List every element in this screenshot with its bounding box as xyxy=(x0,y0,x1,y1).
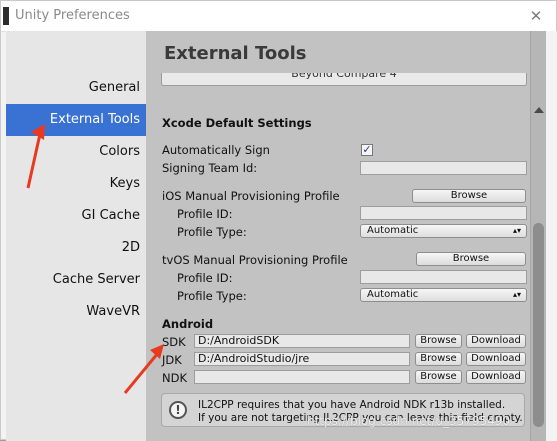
window-edge xyxy=(546,31,557,441)
sdk-path-field[interactable]: D:/AndroidSDK xyxy=(194,334,410,348)
help-line-1: IL2CPP requires that you have Android ND… xyxy=(198,399,506,411)
watermark: https://blog.csdn.net/u_35795490 xyxy=(307,414,511,428)
scroll-up-arrow-icon[interactable] xyxy=(534,107,544,113)
tvos-profile-id-label: Profile ID: xyxy=(177,271,233,285)
external-tools-panel: External Tools Beyond Compare 4 Xcode De… xyxy=(146,31,536,441)
tvos-profile-type-value: Automatic xyxy=(367,289,419,300)
sidebar-item-gi-cache[interactable]: GI Cache xyxy=(6,200,146,232)
ios-profile-id-label: Profile ID: xyxy=(177,207,233,221)
sidebar-item-2d[interactable]: 2D xyxy=(6,232,146,264)
tvos-profile-type-label: Profile Type: xyxy=(177,289,247,303)
jdk-label: JDK xyxy=(162,353,182,367)
title-bar: Unity Preferences ✕ xyxy=(1,1,556,32)
scroll-thumb[interactable] xyxy=(533,223,544,427)
sidebar-item-external-tools[interactable]: External Tools xyxy=(6,104,146,136)
ios-profile-id-field[interactable] xyxy=(360,206,527,220)
sidebar-item-general[interactable]: General xyxy=(6,72,146,104)
unity-app-icon xyxy=(3,7,9,25)
dropdown-arrow-icon: ▴▾ xyxy=(512,226,521,235)
ndk-path-field[interactable] xyxy=(194,370,410,384)
preferences-window: Unity Preferences ✕ General External Too… xyxy=(0,0,557,441)
sdk-download-button[interactable]: Download xyxy=(466,334,526,348)
window-title: Unity Preferences xyxy=(15,8,130,23)
ndk-download-button[interactable]: Download xyxy=(466,370,526,384)
ios-section-title: iOS Manual Provisioning Profile xyxy=(162,189,340,203)
auto-sign-checkbox[interactable]: ✓ xyxy=(361,144,373,156)
tvos-browse-button[interactable]: Browse xyxy=(416,252,526,266)
page-title: External Tools xyxy=(164,43,307,64)
tvos-profile-id-field[interactable] xyxy=(360,270,527,284)
sidebar-item-colors[interactable]: Colors xyxy=(6,136,146,168)
vertical-scrollbar[interactable] xyxy=(530,31,547,441)
ios-profile-type-dropdown[interactable]: Automatic ▴▾ xyxy=(360,224,527,238)
dropdown-arrow-icon: ▴▾ xyxy=(512,290,521,299)
tvos-section-title: tvOS Manual Provisioning Profile xyxy=(162,253,348,267)
jdk-path-field[interactable]: D:/AndroidStudio/jre xyxy=(194,352,410,366)
jdk-download-button[interactable]: Download xyxy=(466,352,526,366)
ndk-browse-button[interactable]: Browse xyxy=(415,370,462,384)
jdk-browse-button[interactable]: Browse xyxy=(415,352,462,366)
xcode-section-title: Xcode Default Settings xyxy=(162,116,312,130)
sidebar-item-cache-server[interactable]: Cache Server xyxy=(6,264,146,296)
team-id-label: Signing Team Id: xyxy=(162,161,258,175)
info-icon: ! xyxy=(169,401,187,419)
sidebar-item-keys[interactable]: Keys xyxy=(6,168,146,200)
ndk-label: NDK xyxy=(162,371,187,385)
auto-sign-label: Automatically Sign xyxy=(162,143,270,157)
sidebar: General External Tools Colors Keys GI Ca… xyxy=(6,31,146,441)
ios-profile-type-label: Profile Type: xyxy=(177,225,247,239)
ios-profile-type-value: Automatic xyxy=(367,225,419,236)
sidebar-item-wavevr[interactable]: WaveVR xyxy=(6,296,146,328)
android-section-title: Android xyxy=(162,317,214,331)
close-icon[interactable]: ✕ xyxy=(524,5,548,27)
sdk-label: SDK xyxy=(162,335,186,349)
team-id-field[interactable] xyxy=(360,161,527,175)
tvos-profile-type-dropdown[interactable]: Automatic ▴▾ xyxy=(360,288,527,302)
sdk-browse-button[interactable]: Browse xyxy=(415,334,462,348)
diff-tool-dropdown[interactable]: Beyond Compare 4 xyxy=(161,73,527,86)
ios-browse-button[interactable]: Browse xyxy=(412,189,526,203)
